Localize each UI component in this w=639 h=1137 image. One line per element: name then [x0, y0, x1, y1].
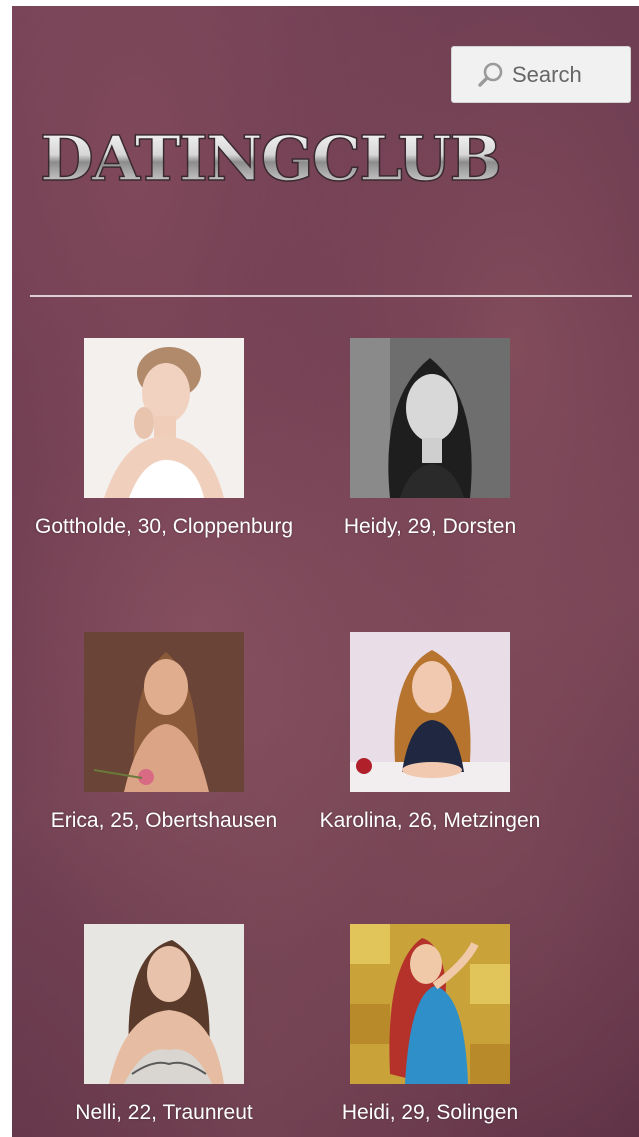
profile-photo[interactable] — [84, 632, 244, 792]
profile-photo[interactable] — [350, 338, 510, 498]
profile-card[interactable]: Heidi, 29, Solingen — [300, 924, 560, 1129]
logo-text: DATINGCLUB — [40, 122, 500, 195]
profile-photo[interactable] — [350, 924, 510, 1084]
profile-photo[interactable] — [350, 632, 510, 792]
profile-caption[interactable]: Erica, 25, Obertshausen — [34, 805, 294, 837]
page: DATINGCLUB Gottholde, 30, Cloppenburg — [12, 6, 639, 1137]
profile-caption[interactable]: Heidy, 29, Dorsten — [300, 511, 560, 543]
search-box[interactable] — [451, 46, 631, 103]
profile-card[interactable]: Heidy, 29, Dorsten — [300, 338, 560, 543]
search-icon — [476, 60, 506, 90]
profile-photo[interactable] — [84, 924, 244, 1084]
profile-card[interactable]: Gottholde, 30, Cloppenburg — [34, 338, 294, 543]
profile-caption[interactable]: Nelli, 22, Traunreut — [34, 1097, 294, 1129]
site-logo[interactable]: DATINGCLUB — [36, 114, 506, 204]
header-divider — [30, 295, 632, 297]
profile-caption[interactable]: Heidi, 29, Solingen — [300, 1097, 560, 1129]
profile-card[interactable]: Erica, 25, Obertshausen — [34, 632, 294, 837]
profile-card[interactable]: Nelli, 22, Traunreut — [34, 924, 294, 1129]
profile-caption[interactable]: Gottholde, 30, Cloppenburg — [34, 511, 294, 543]
profile-caption[interactable]: Karolina, 26, Metzingen — [300, 805, 560, 837]
profile-photo[interactable] — [84, 338, 244, 498]
search-input[interactable] — [512, 61, 622, 88]
profile-card[interactable]: Karolina, 26, Metzingen — [300, 632, 560, 837]
